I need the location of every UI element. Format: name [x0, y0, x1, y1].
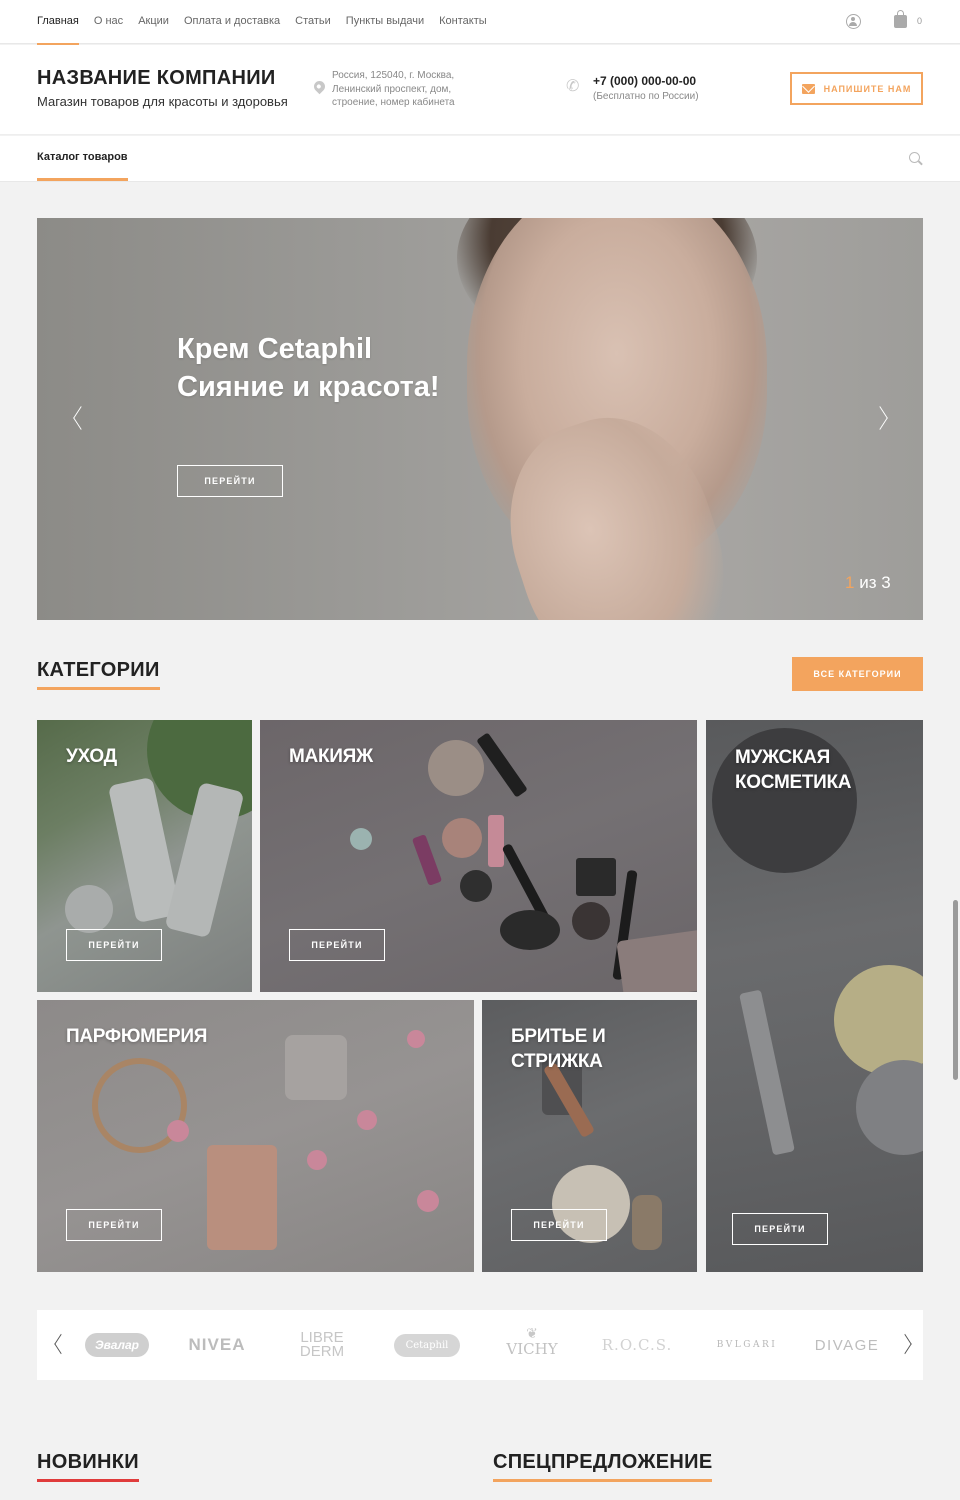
category-tile-perfumery[interactable]: ПАРФЮМЕРИЯ ПЕРЕЙТИ	[37, 1000, 474, 1272]
catalog-menu-link[interactable]: Каталог товаров	[37, 136, 128, 181]
rose-image	[357, 1110, 377, 1130]
slide-current: 1	[845, 573, 855, 592]
category-title: МУЖСКАЯ КОСМЕТИКА	[735, 745, 852, 795]
category-title-line: БРИТЬЕ И	[511, 1026, 606, 1047]
category-tile-care[interactable]: УХОД ПЕРЕЙТИ	[37, 720, 252, 992]
page-scrollbar[interactable]	[953, 900, 958, 1080]
category-title-line: КОСМЕТИКА	[735, 772, 852, 793]
shaving-brush-image	[632, 1195, 662, 1250]
category-title-line: МУЖСКАЯ	[735, 747, 830, 768]
nav-item-about[interactable]: О нас	[94, 0, 123, 44]
phone-icon: ✆	[566, 78, 580, 95]
all-categories-button[interactable]: ВСЕ КАТЕГОРИИ	[792, 657, 923, 691]
slider-next-arrow-icon[interactable]	[872, 405, 888, 431]
rose-image	[417, 1190, 439, 1212]
location-pin-icon	[311, 78, 328, 95]
category-go-button[interactable]: ПЕРЕЙТИ	[66, 1209, 162, 1241]
category-go-button[interactable]: ПЕРЕЙТИ	[732, 1213, 828, 1245]
hero-title-line: Крем Cetaphil	[177, 333, 373, 365]
brand-logo-vichy[interactable]: VICHY	[497, 1310, 567, 1380]
user-account-icon[interactable]	[846, 14, 861, 29]
hero-slider: Крем Cetaphil Сияние и красота! ПЕРЕЙТИ …	[37, 218, 923, 620]
rose-image	[167, 1120, 189, 1142]
new-products-title: НОВИНКИ	[37, 1451, 139, 1482]
blush-image	[442, 818, 482, 858]
razor-image	[739, 989, 795, 1156]
brand-logo-cetaphil[interactable]: Cetaphil	[387, 1310, 467, 1380]
nav-item-contacts[interactable]: Контакты	[439, 0, 487, 44]
hero-title-line: Сияние и красота!	[177, 371, 440, 403]
brand-logo-rocs[interactable]: R.O.C.S.	[597, 1310, 677, 1380]
category-title: ПАРФЮМЕРИЯ	[66, 1026, 208, 1047]
category-title: УХОД	[66, 746, 117, 767]
nail-polish-image	[488, 815, 504, 867]
category-go-button[interactable]: ПЕРЕЙТИ	[511, 1209, 607, 1241]
lipstick-image	[411, 834, 443, 886]
category-tile-makeup[interactable]: МАКИЯЖ ПЕРЕЙТИ	[260, 720, 697, 992]
brand-logo-bvlgari[interactable]: BVLGARI	[707, 1310, 787, 1380]
special-offer-title: СПЕЦПРЕДЛОЖЕНИЕ	[493, 1451, 713, 1482]
catalog-bar: Каталог товаров	[0, 136, 960, 182]
envelope-icon	[801, 83, 815, 94]
category-tile-shaving[interactable]: БРИТЬЕ И СТРИЖКА ПЕРЕЙТИ	[482, 1000, 697, 1272]
brands-prev-arrow-icon[interactable]	[54, 1333, 68, 1355]
eyeshadow-image	[350, 828, 372, 850]
hero-title: Крем Cetaphil Сияние и красота!	[177, 330, 440, 406]
categories-title: КАТЕГОРИИ	[37, 659, 160, 690]
cart-bag-icon[interactable]	[894, 10, 907, 28]
nav-item-articles[interactable]: Статьи	[295, 0, 331, 44]
hero-go-button[interactable]: ПЕРЕЙТИ	[177, 465, 283, 497]
company-tagline: Магазин товаров для красоты и здоровья	[37, 94, 288, 109]
brands-carousel: Эвалар NIVEA LIBREDERM Cetaphil VICHY R.…	[37, 1310, 923, 1380]
brand-logo-evalar[interactable]: Эвалар	[77, 1310, 157, 1380]
company-address: Россия, 125040, г. Москва, Ленинский про…	[332, 69, 492, 110]
category-title: МАКИЯЖ	[289, 746, 373, 767]
category-tile-mens-cosmetics[interactable]: МУЖСКАЯ КОСМЕТИКА ПЕРЕЙТИ	[706, 720, 923, 1272]
cart-count[interactable]: 0	[917, 16, 922, 26]
brand-logo-libre-derm[interactable]: LIBRE DERM	[287, 1310, 357, 1380]
search-icon[interactable]	[909, 152, 920, 163]
brand-name: Cetaphil	[393, 1333, 461, 1357]
brand-logo-divage[interactable]: DIVAGE	[807, 1310, 887, 1380]
rose-image	[407, 1030, 425, 1048]
slide-total: из 3	[859, 573, 891, 592]
powder-jar-image	[428, 740, 484, 796]
tin-lid-image	[856, 1060, 923, 1155]
rose-image	[307, 1150, 327, 1170]
brand-name: DERM	[299, 1343, 345, 1360]
nav-item-home[interactable]: Главная	[37, 0, 79, 45]
top-navigation-bar: Главная О нас Акции Оплата и доставка Ст…	[0, 0, 960, 45]
compact-image	[460, 870, 492, 902]
slider-prev-arrow-icon[interactable]	[73, 405, 89, 431]
address-line: Ленинский проспект, дом,	[332, 83, 452, 95]
nav-item-payment-delivery[interactable]: Оплата и доставка	[184, 0, 280, 44]
cosmetic-bag-image	[616, 929, 697, 992]
compact-image	[572, 902, 610, 940]
phone-number[interactable]: +7 (000) 000-00-00	[593, 74, 696, 88]
nav-item-pickup-points[interactable]: Пункты выдачи	[346, 0, 424, 44]
slide-counter: 1 из 3	[845, 573, 891, 593]
company-name[interactable]: НАЗВАНИЕ КОМПАНИИ	[37, 67, 276, 90]
balm-tin-image	[834, 965, 923, 1075]
top-menu: Главная О нас Акции Оплата и доставка Ст…	[37, 0, 487, 45]
write-us-label: НАПИШИТЕ НАМ	[823, 83, 912, 94]
jar-image	[65, 885, 113, 933]
category-go-button[interactable]: ПЕРЕЙТИ	[289, 929, 385, 961]
site-header: НАЗВАНИЕ КОМПАНИИ Магазин товаров для кр…	[0, 45, 960, 135]
category-title: БРИТЬЕ И СТРИЖКА	[511, 1024, 606, 1074]
brush-head-image	[500, 910, 560, 950]
category-go-button[interactable]: ПЕРЕЙТИ	[66, 929, 162, 961]
brand-name: Эвалар	[84, 1333, 149, 1357]
category-title-line: СТРИЖКА	[511, 1051, 603, 1072]
address-line: строение, номер кабинета	[332, 97, 455, 108]
phone-note: (Бесплатно по России)	[593, 91, 699, 102]
brands-next-arrow-icon[interactable]	[898, 1333, 912, 1355]
address-line: Россия, 125040, г. Москва,	[332, 70, 455, 81]
write-us-button[interactable]: НАПИШИТЕ НАМ	[790, 72, 923, 105]
compact-image	[576, 858, 616, 896]
perfume-bottle-image	[285, 1035, 347, 1100]
perfume-bottle-image	[207, 1145, 277, 1250]
brand-logo-nivea[interactable]: NIVEA	[177, 1310, 257, 1380]
nav-item-promotions[interactable]: Акции	[138, 0, 169, 44]
